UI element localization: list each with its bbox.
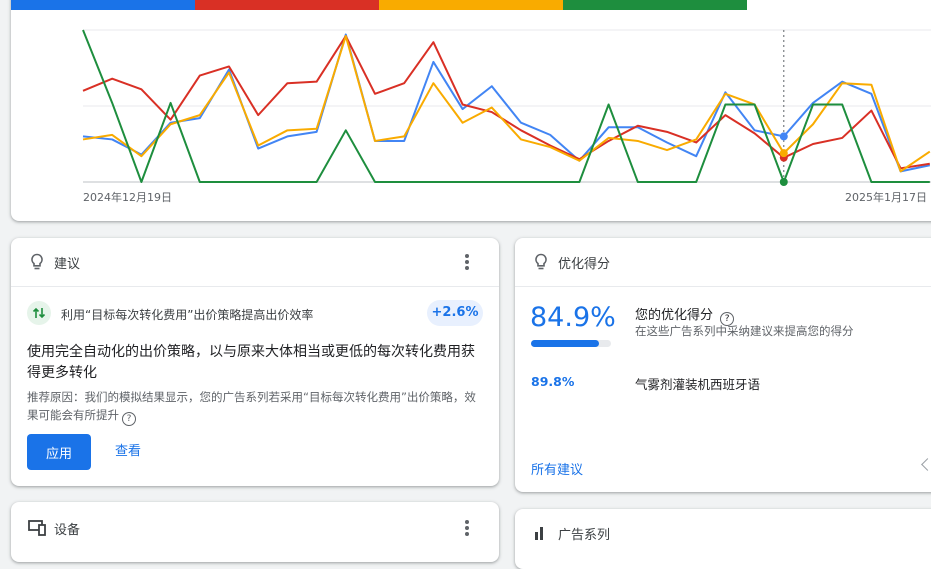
- optimization-score-card: 优化得分 84.9% 您的优化得分 ? 在这些广告系列中采纳建议来提高您的得分 …: [515, 238, 931, 492]
- card-title: 建议: [54, 257, 81, 272]
- help-icon[interactable]: ?: [122, 412, 136, 426]
- campaign-score[interactable]: 89.8%: [531, 374, 574, 389]
- series-line-0: [82, 33, 931, 173]
- apply-button[interactable]: 应用: [27, 434, 91, 470]
- recommendations-card: 建议 利用“目标每次转化费用”出价策略提高出价效率 +2.6% 使用完全自动化的…: [11, 238, 499, 486]
- optimization-score-value: 84.9%: [530, 302, 616, 333]
- more-options-icon[interactable]: [459, 518, 475, 538]
- performance-line-chart[interactable]: 2024年12月19日 2025年1月17日: [11, 0, 931, 221]
- x-tick-label: 2025年1月17日: [845, 190, 927, 204]
- highlight-point-0: [779, 132, 788, 141]
- devices-icon: [28, 520, 46, 536]
- bar-chart-icon: [535, 527, 543, 540]
- score-progress-bar: [531, 340, 611, 347]
- card-title: 设备: [54, 523, 81, 538]
- more-options-icon[interactable]: [459, 252, 475, 272]
- card-title: 广告系列: [558, 528, 611, 543]
- highlight-point-3: [779, 178, 788, 186]
- campaign-name[interactable]: 气雾剂灌装机西班牙语: [635, 374, 760, 393]
- lightbulb-icon: [31, 253, 43, 270]
- campaigns-card: 广告系列: [515, 509, 931, 569]
- devices-card: 设备: [11, 502, 499, 562]
- card-header: 建议: [11, 238, 499, 287]
- recommendation-reason: 推荐原因：我们的模拟结果显示，您的广告系列若采用“目标每次转化费用”出价策略，效…: [27, 388, 477, 426]
- card-title: 优化得分: [558, 257, 611, 272]
- score-progress-fill: [531, 340, 599, 347]
- bid-arrows-icon: [27, 301, 51, 325]
- recommendation-type: 利用“目标每次转化费用”出价策略提高出价效率: [61, 308, 314, 322]
- all-recommendations-link[interactable]: 所有建议: [531, 459, 583, 478]
- chevron-left-icon[interactable]: [921, 458, 931, 471]
- recommendation-headline: 使用完全自动化的出价策略，以与原来大体相当或更低的每次转化费用获得更多转化: [27, 344, 475, 381]
- score-label-text: 您的优化得分: [635, 308, 714, 323]
- highlight-point-2: [779, 149, 788, 158]
- performance-chart-card: 2024年12月19日 2025年1月17日: [11, 0, 931, 221]
- view-button[interactable]: 查看: [115, 434, 141, 470]
- uplift-badge: +2.6%: [427, 300, 483, 326]
- x-tick-label: 2024年12月19日: [83, 190, 172, 204]
- card-header: 优化得分: [515, 238, 931, 287]
- score-description: 在这些广告系列中采纳建议来提高您的得分: [635, 324, 854, 338]
- lightbulb-icon: [535, 253, 547, 270]
- reason-text: 推荐原因：我们的模拟结果显示，您的广告系列若采用“目标每次转化费用”出价策略，效…: [27, 390, 476, 422]
